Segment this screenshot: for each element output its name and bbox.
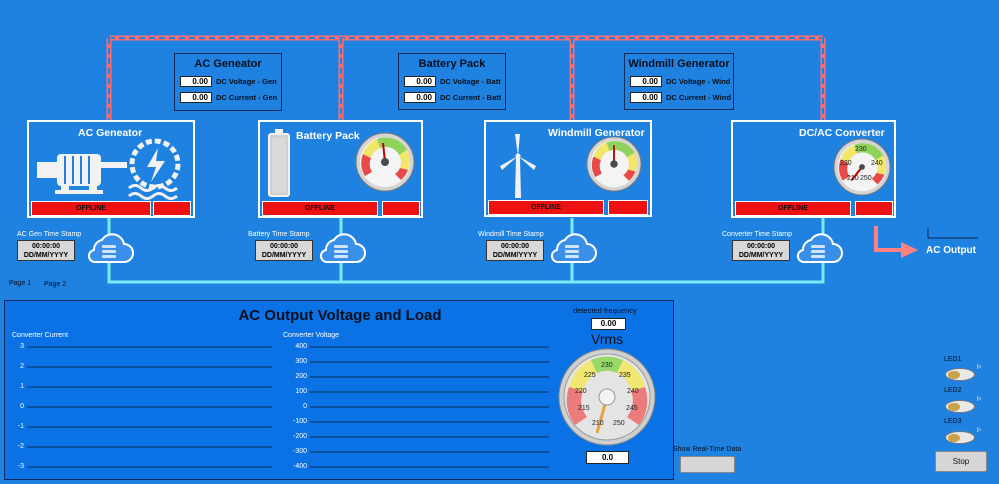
led1-indicator[interactable] [945, 368, 975, 381]
led3-label: LED3 [944, 418, 962, 425]
dc-voltage-wind-label: DC Voltage - Wind [666, 77, 731, 86]
dc-current-wind-label: DC Current - Wind [666, 93, 731, 102]
led2-arrow-icon: ▹ [977, 393, 982, 403]
converter-gauge-tick-210: 210 [847, 175, 859, 182]
led1-light [948, 371, 960, 379]
info-box-title: Windmill Generator [628, 58, 730, 70]
converter-voltage-grid [310, 346, 549, 468]
status-secondary-indicator [855, 201, 893, 216]
vrms-tick: 250 [613, 420, 625, 427]
vrms-label: Vrms [591, 331, 624, 347]
dc-voltage-wind-value[interactable]: 0.00 [630, 76, 662, 87]
info-row-voltage: 0.00 DC Voltage - Wind [630, 76, 730, 87]
led1-label: LED1 [944, 356, 962, 363]
vrms-tick: 215 [578, 405, 590, 412]
led2-light [948, 403, 960, 411]
vrms-value[interactable]: 0.0 [586, 451, 629, 464]
show-real-time-data-button[interactable] [680, 456, 735, 473]
vrms-tick: 245 [626, 405, 638, 412]
vrms-tick: 230 [601, 362, 613, 369]
ac-output-label: AC Output [926, 245, 976, 256]
vrms-tick: 235 [619, 372, 631, 379]
panel-dc-ac-converter: DC/AC Converter 230 220 240 210 250 OFFL… [731, 120, 896, 218]
converter-gauge-tick-220: 220 [840, 160, 852, 167]
vrms-tick: 240 [627, 388, 639, 395]
vrms-tick: 210 [592, 420, 604, 427]
led3-indicator[interactable] [945, 431, 975, 444]
detected-frequency-label: detected frequency [573, 306, 637, 315]
info-row-current: 0.00 DC Current - Wind [630, 92, 731, 103]
led2-label: LED2 [944, 387, 962, 394]
led3-light [948, 434, 960, 442]
detected-frequency-value[interactable]: 0.00 [591, 318, 626, 330]
converter-timestamp-label: Converter Time Stamp [722, 231, 793, 238]
converter-timestamp: 00:00:00 DD/MM/YYYY [732, 240, 790, 261]
stop-button[interactable]: Stop [935, 451, 987, 472]
windmill-gauge [586, 136, 642, 192]
vrms-tick: 220 [575, 388, 587, 395]
show-real-time-data-label: Show Real-Time Data [673, 446, 742, 453]
led1-arrow-icon: ▹ [977, 361, 982, 371]
converter-gauge-tick-240: 240 [871, 160, 883, 167]
status-offline-indicator: OFFLINE [735, 201, 851, 216]
timestamp-time: 00:00:00 [746, 243, 776, 250]
led2-indicator[interactable] [945, 400, 975, 413]
converter-gauge-tick-250: 250 [860, 175, 872, 182]
status-secondary-indicator [608, 200, 648, 215]
led3-arrow-icon: ▹ [977, 424, 982, 434]
dc-current-wind-value[interactable]: 0.00 [630, 92, 662, 103]
info-box-windmill: Windmill Generator 0.00 DC Voltage - Win… [624, 53, 734, 110]
converter-gauge-tick-230: 230 [855, 146, 867, 153]
timestamp-date: DD/MM/YYYY [738, 252, 784, 259]
vrms-tick: 225 [584, 372, 596, 379]
cloud-database-icon[interactable] [793, 228, 843, 266]
